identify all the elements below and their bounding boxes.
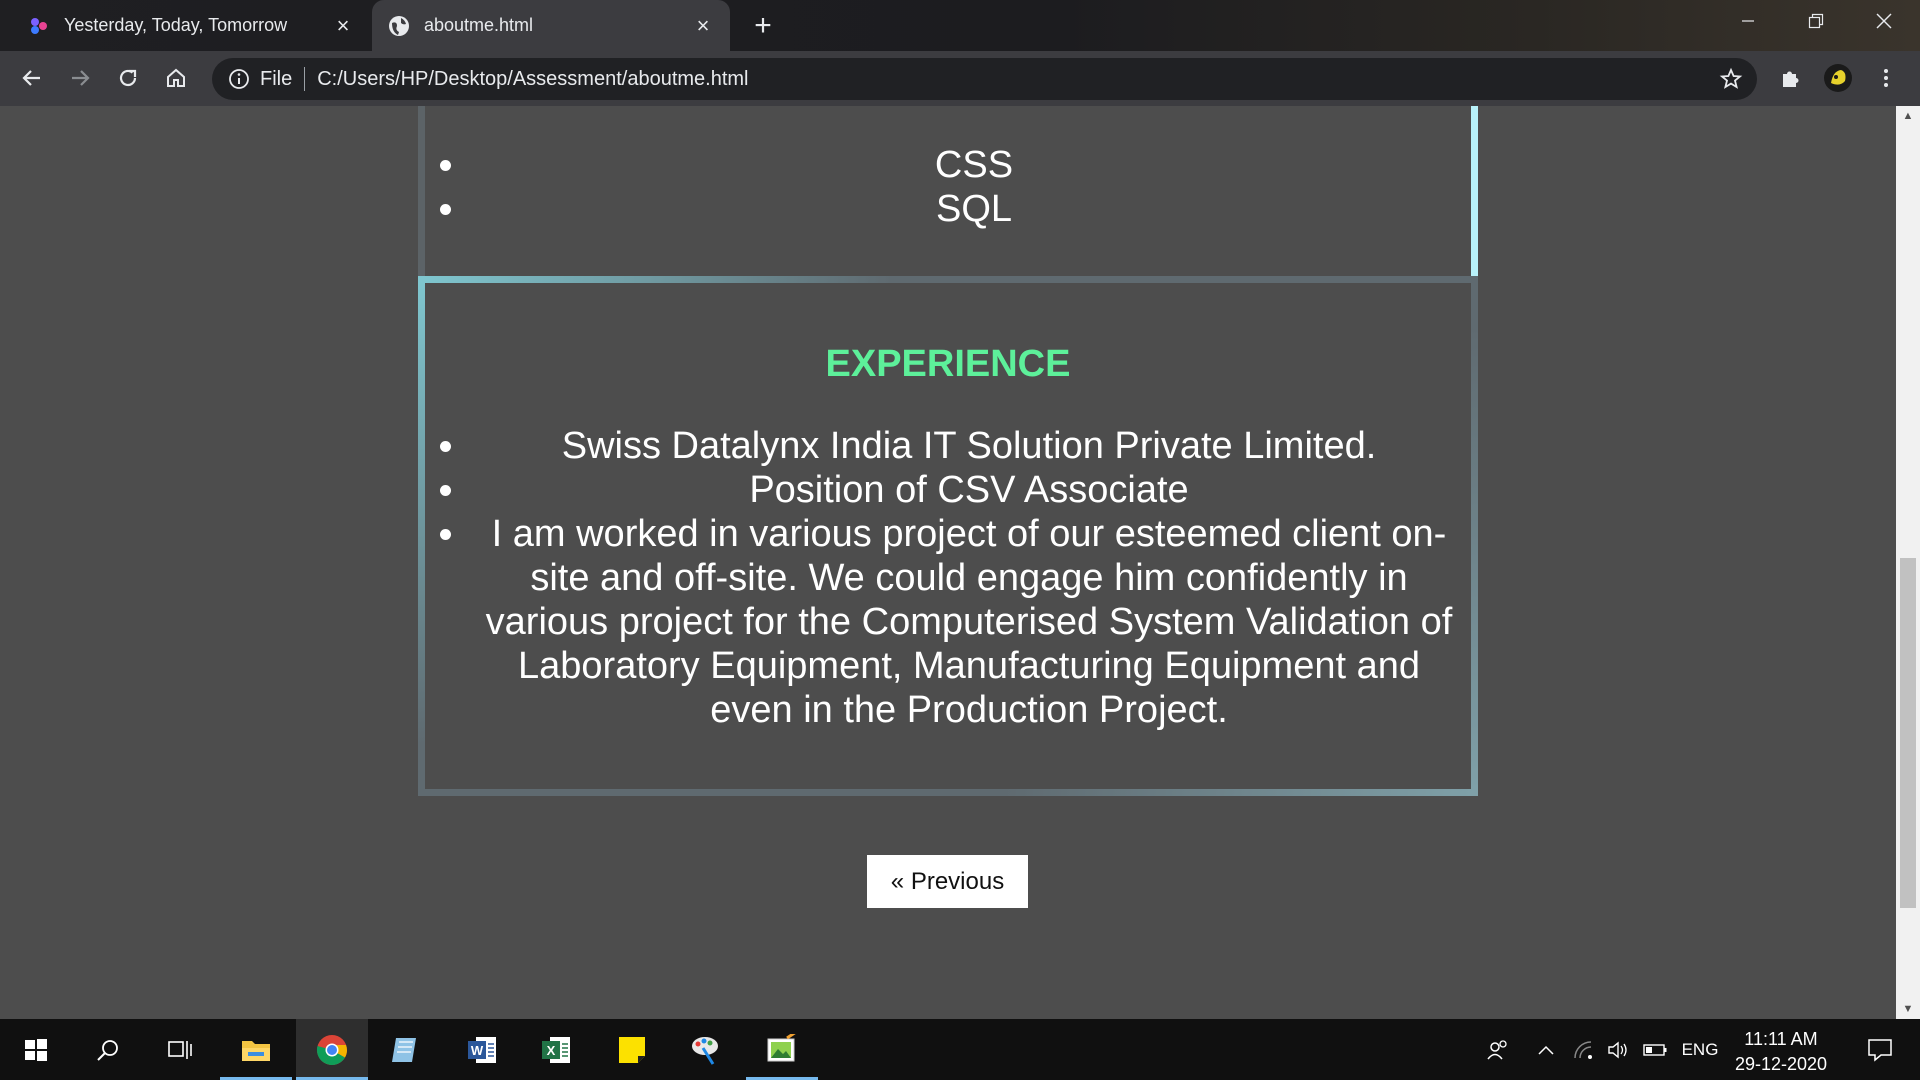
skills-list: CSS SQL bbox=[425, 106, 1471, 231]
image-editor-icon bbox=[767, 1033, 796, 1061]
task-view-icon bbox=[168, 1040, 192, 1059]
close-icon[interactable]: × bbox=[332, 13, 354, 38]
chevron-up-icon bbox=[1538, 1045, 1554, 1055]
browser-toolbar: File C:/Users/HP/Desktop/Assessment/abou… bbox=[0, 51, 1920, 106]
page-scrollbar[interactable]: ▲ ▼ bbox=[1896, 106, 1920, 1019]
forward-button[interactable] bbox=[62, 60, 98, 96]
address-divider bbox=[304, 67, 306, 91]
excel-icon: X bbox=[542, 1036, 570, 1063]
svg-text:W: W bbox=[471, 1043, 484, 1058]
people-button[interactable] bbox=[1478, 1019, 1518, 1080]
start-icon bbox=[25, 1038, 47, 1061]
url-text[interactable]: C:/Users/HP/Desktop/Assessment/aboutme.h… bbox=[317, 68, 748, 91]
home-button[interactable] bbox=[158, 60, 194, 96]
taskbar-paint[interactable] bbox=[670, 1019, 742, 1080]
close-icon[interactable]: × bbox=[692, 13, 714, 38]
show-hidden-icons-button[interactable] bbox=[1532, 1019, 1560, 1080]
taskbar-chrome[interactable] bbox=[296, 1019, 368, 1080]
avatar-icon bbox=[1824, 64, 1852, 92]
restore-button[interactable] bbox=[1782, 0, 1850, 42]
back-button[interactable] bbox=[14, 60, 50, 96]
list-item: SQL bbox=[469, 187, 1471, 231]
scheme-label: File bbox=[260, 67, 293, 90]
page-viewport: CSS SQL EXPERIENCE Swiss Datalynx India … bbox=[0, 106, 1896, 1019]
minimize-button[interactable] bbox=[1714, 0, 1782, 42]
close-icon bbox=[1876, 13, 1892, 29]
extensions-button[interactable] bbox=[1772, 60, 1808, 96]
home-icon bbox=[167, 68, 185, 87]
tab-title: aboutme.html bbox=[424, 15, 534, 35]
taskbar-sticky-notes[interactable] bbox=[596, 1019, 668, 1080]
battery-icon bbox=[1643, 1043, 1667, 1056]
notification-icon bbox=[1868, 1038, 1892, 1062]
bookmark-star-icon[interactable] bbox=[1719, 67, 1743, 91]
tab-title: Yesterday, Today, Tomorrow bbox=[64, 15, 288, 35]
reload-icon bbox=[119, 69, 137, 87]
scroll-up-arrow-icon[interactable]: ▲ bbox=[1896, 106, 1920, 126]
wifi-icon bbox=[1574, 1040, 1592, 1059]
battery-button[interactable] bbox=[1640, 1019, 1670, 1080]
list-item: Position of CSV Associate bbox=[469, 468, 1461, 512]
scroll-thumb[interactable] bbox=[1900, 558, 1916, 908]
list-item: Swiss Datalynx India IT Solution Private… bbox=[469, 424, 1461, 468]
taskbar-image-editor[interactable] bbox=[746, 1019, 818, 1080]
language-indicator[interactable]: ENG bbox=[1678, 1019, 1722, 1080]
scroll-down-arrow-icon[interactable]: ▼ bbox=[1896, 999, 1920, 1019]
sticky-notes-icon bbox=[619, 1036, 645, 1063]
search-icon bbox=[97, 1039, 118, 1061]
previous-button[interactable]: « Previous bbox=[867, 855, 1028, 908]
start-button[interactable] bbox=[0, 1019, 72, 1080]
windows-taskbar: W X ENG 11:11 AM 29-12-2020 bbox=[0, 1019, 1920, 1080]
experience-section: EXPERIENCE Swiss Datalynx India IT Solut… bbox=[418, 276, 1478, 796]
svg-text:X: X bbox=[547, 1043, 556, 1058]
minimize-icon bbox=[1742, 20, 1754, 22]
paint-icon bbox=[692, 1036, 718, 1065]
network-button[interactable] bbox=[1570, 1019, 1598, 1080]
tab-strip: Yesterday, Today, Tomorrow × aboutme.htm… bbox=[0, 0, 1920, 51]
chrome-icon bbox=[316, 1034, 347, 1065]
tab-aboutme[interactable]: aboutme.html × bbox=[372, 0, 730, 51]
address-bar[interactable]: File C:/Users/HP/Desktop/Assessment/abou… bbox=[212, 58, 1757, 100]
info-icon[interactable] bbox=[228, 68, 250, 90]
action-center-button[interactable] bbox=[1856, 1019, 1904, 1080]
people-icon bbox=[1487, 1039, 1507, 1059]
word-icon: W bbox=[468, 1036, 496, 1063]
notepad-icon bbox=[392, 1037, 416, 1062]
globe-icon bbox=[389, 15, 409, 36]
list-item: I am worked in various project of our es… bbox=[469, 512, 1461, 732]
tab-yesterday-today-tomorrow[interactable]: Yesterday, Today, Tomorrow × bbox=[12, 0, 370, 51]
list-item: CSS bbox=[469, 143, 1471, 187]
speaker-icon bbox=[1608, 1041, 1627, 1058]
taskbar-clock[interactable]: 11:11 AM 29-12-2020 bbox=[1726, 1027, 1836, 1077]
taskbar-excel[interactable]: X bbox=[520, 1019, 592, 1080]
clock-date: 29-12-2020 bbox=[1734, 1054, 1828, 1074]
volume-button[interactable] bbox=[1604, 1019, 1632, 1080]
app-logo-icon bbox=[31, 17, 47, 34]
taskbar-notepad[interactable] bbox=[370, 1019, 442, 1080]
profile-avatar[interactable] bbox=[1820, 60, 1856, 96]
clock-time: 11:11 AM bbox=[1744, 1029, 1818, 1049]
search-button[interactable] bbox=[72, 1019, 144, 1080]
file-explorer-icon bbox=[242, 1040, 270, 1061]
more-vert-icon bbox=[1884, 69, 1888, 87]
new-tab-button[interactable]: + bbox=[745, 8, 781, 44]
forward-arrow-icon bbox=[72, 70, 90, 86]
restore-icon bbox=[1808, 13, 1824, 29]
reload-button[interactable] bbox=[110, 60, 146, 96]
section-heading: EXPERIENCE bbox=[825, 343, 1071, 385]
puzzle-icon bbox=[1783, 71, 1799, 87]
browser-menu-button[interactable] bbox=[1868, 60, 1904, 96]
experience-list: Swiss Datalynx India IT Solution Private… bbox=[425, 424, 1471, 732]
back-arrow-icon bbox=[22, 70, 40, 86]
taskbar-word[interactable]: W bbox=[446, 1019, 518, 1080]
taskbar-file-explorer[interactable] bbox=[220, 1019, 292, 1080]
close-window-button[interactable] bbox=[1850, 0, 1918, 42]
task-view-button[interactable] bbox=[144, 1019, 216, 1080]
